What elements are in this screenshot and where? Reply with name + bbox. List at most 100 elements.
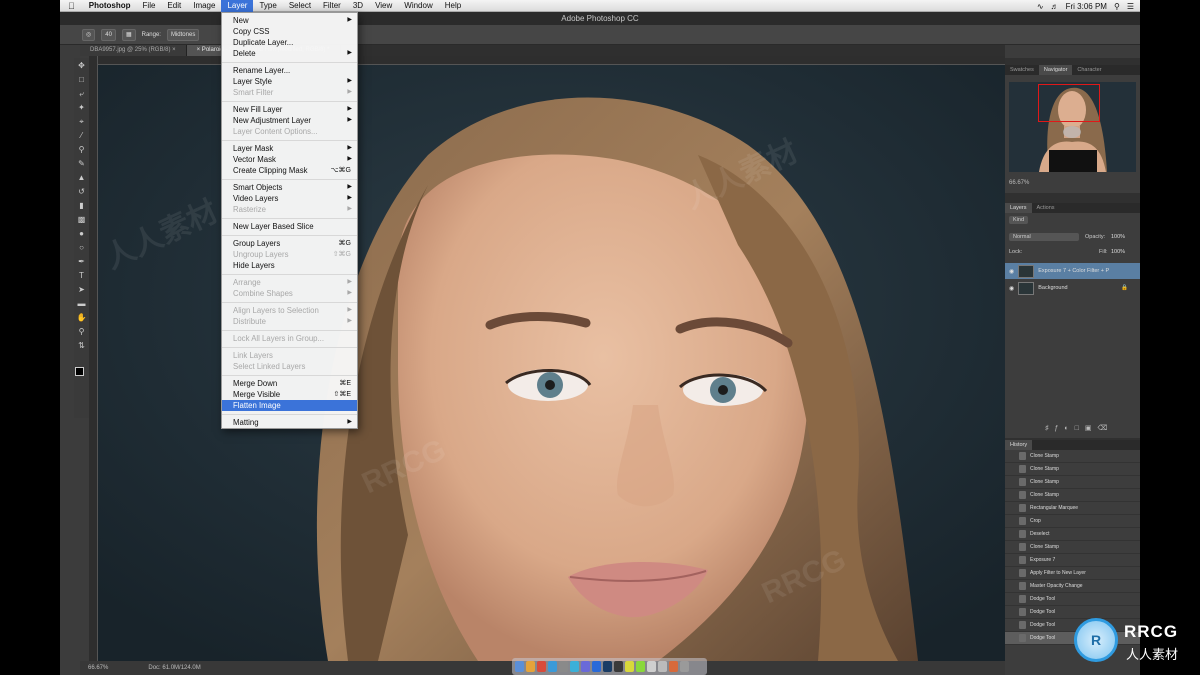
menu-item-flatten-image[interactable]: Flatten Image (222, 400, 357, 411)
history-state[interactable]: Clone Stamp (1005, 463, 1140, 476)
menu-view[interactable]: View (369, 0, 398, 12)
menu-item-matting[interactable]: Matting ▶ (222, 417, 357, 428)
tab-character[interactable]: Character (1072, 65, 1106, 75)
clone-stamp-tool-icon[interactable]: ▲ (77, 172, 87, 183)
history-state[interactable]: Clone Stamp (1005, 541, 1140, 554)
menu-item-create-clipping-mask[interactable]: Create Clipping Mask ⌥⌘G (222, 165, 357, 176)
wifi-icon[interactable]: ∿ (1037, 2, 1044, 11)
safari-icon[interactable] (548, 661, 557, 672)
menu-item-delete[interactable]: Delete ▶ (222, 48, 357, 59)
menu-item-layer-style[interactable]: Layer Style ▶ (222, 76, 357, 87)
menu-type[interactable]: Type (253, 0, 282, 12)
zoom-tool-icon[interactable]: ⚲ (77, 326, 87, 337)
layer-row[interactable]: ◉ Exposure 7 + Color Filter + P (1005, 263, 1140, 279)
menu-item-new-fill-layer[interactable]: New Fill Layer ▶ (222, 104, 357, 115)
tab-layers[interactable]: Layers (1005, 203, 1032, 213)
menu-item-group-layers[interactable]: Group Layers ⌘G (222, 238, 357, 249)
menu-item-rename-layer[interactable]: Rename Layer... (222, 65, 357, 76)
range-select[interactable]: Midtones (166, 28, 200, 41)
history-state[interactable]: Apply Filter to New Layer (1005, 567, 1140, 580)
trash-icon[interactable] (680, 661, 689, 672)
menu-image[interactable]: Image (187, 0, 221, 12)
chrome-icon[interactable] (537, 661, 546, 672)
brush-tool-icon[interactable]: ✎ (77, 158, 87, 169)
layer-kind-filter[interactable]: Kind (1009, 216, 1029, 224)
app-icon[interactable] (592, 661, 601, 672)
lasso-tool-icon[interactable]: ⤶ (77, 88, 87, 99)
clock[interactable]: Fri 3:06 PM (1066, 2, 1107, 11)
terminal-icon[interactable] (614, 661, 623, 672)
menu-item-new-adjustment-layer[interactable]: New Adjustment Layer ▶ (222, 115, 357, 126)
spotlight-search-icon[interactable]: ⚲ (1114, 2, 1120, 11)
swap-colors-icon[interactable]: ⇅ (77, 340, 87, 351)
crop-tool-icon[interactable]: ⌖ (77, 116, 87, 127)
app-icon[interactable] (647, 661, 656, 672)
menu-item-merge-visible[interactable]: Merge Visible ⇧⌘E (222, 389, 357, 400)
type-tool-icon[interactable]: T (77, 270, 87, 281)
move-tool-icon[interactable]: ✥ (77, 60, 87, 71)
menu-item-smart-objects[interactable]: Smart Objects ▶ (222, 182, 357, 193)
notification-center-icon[interactable]: ☰ (1127, 2, 1134, 11)
menu-item-new-layer-based-slice[interactable]: New Layer Based Slice (222, 221, 357, 232)
menu-item-hide-layers[interactable]: Hide Layers (222, 260, 357, 271)
app-icon[interactable] (625, 661, 634, 672)
history-state[interactable]: Clone Stamp (1005, 450, 1140, 463)
menu-item-copy-css[interactable]: Copy CSS (222, 26, 357, 37)
history-brush-tool-icon[interactable]: ↺ (77, 186, 87, 197)
mail-icon[interactable] (570, 661, 579, 672)
history-state[interactable]: Clone Stamp (1005, 476, 1140, 489)
pen-tool-icon[interactable]: ✒ (77, 256, 87, 267)
app-menu[interactable]: Photoshop (83, 0, 137, 12)
blend-mode-select[interactable]: Normal (1009, 233, 1079, 241)
visibility-eye-icon[interactable]: ◉ (1009, 268, 1014, 275)
app-icon[interactable] (669, 661, 678, 672)
brush-panel-toggle-icon[interactable]: ▦ (121, 28, 136, 41)
menu-window[interactable]: Window (398, 0, 438, 12)
apple-menu-icon[interactable]:  (60, 0, 83, 12)
menu-item-layer-mask[interactable]: Layer Mask ▶ (222, 143, 357, 154)
menu-help[interactable]: Help (439, 0, 467, 12)
visibility-eye-icon[interactable]: ◉ (1009, 285, 1014, 292)
history-state[interactable]: Crop (1005, 515, 1140, 528)
shape-tool-icon[interactable]: ▬ (77, 298, 87, 309)
history-state[interactable]: Clone Stamp (1005, 489, 1140, 502)
layer-row[interactable]: ◉ Background 🔒 (1005, 280, 1140, 296)
tool-preset-picker[interactable]: ◎ (82, 28, 96, 41)
dodge-tool-icon[interactable]: ○ (77, 242, 87, 253)
menu-3d[interactable]: 3D (347, 0, 369, 12)
layer-actions-bar[interactable]: ♯ƒ◐□▣⌫ (1045, 424, 1113, 432)
history-state[interactable]: Dodge Tool (1005, 593, 1140, 606)
menu-item-new[interactable]: New ▶ (222, 15, 357, 26)
path-select-tool-icon[interactable]: ➤ (77, 284, 87, 295)
marquee-tool-icon[interactable]: □ (77, 74, 87, 85)
history-state[interactable]: Exposure 7 (1005, 554, 1140, 567)
eyedropper-tool-icon[interactable]: ⁄ (77, 130, 87, 141)
history-title[interactable]: History (1005, 440, 1033, 450)
tab-navigator[interactable]: Navigator (1038, 65, 1073, 75)
menu-item-vector-mask[interactable]: Vector Mask ▶ (222, 154, 357, 165)
vertical-ruler[interactable] (89, 56, 98, 661)
tab-actions[interactable]: Actions (1032, 203, 1060, 213)
quick-select-tool-icon[interactable]: ✦ (77, 102, 87, 113)
app-icon[interactable] (559, 661, 568, 672)
menu-layer[interactable]: Layer (221, 0, 254, 12)
tab-swatches[interactable]: Swatches (1005, 65, 1039, 75)
history-state[interactable]: Master Opacity Change (1005, 580, 1140, 593)
finder-icon[interactable] (515, 661, 524, 672)
menu-edit[interactable]: Edit (161, 0, 187, 12)
app-icon[interactable] (581, 661, 590, 672)
doc-tab[interactable]: DBA9957.jpg @ 25% (RGB/8) × (80, 45, 187, 56)
eraser-tool-icon[interactable]: ▮ (77, 200, 87, 211)
volume-icon[interactable]: ♬ (1051, 2, 1059, 11)
menu-item-video-layers[interactable]: Video Layers ▶ (222, 193, 357, 204)
healing-brush-tool-icon[interactable]: ⚲ (77, 144, 87, 155)
hand-tool-icon[interactable]: ✋ (77, 312, 87, 323)
app-icon[interactable] (636, 661, 645, 672)
history-state[interactable]: Deselect (1005, 528, 1140, 541)
launchpad-icon[interactable] (526, 661, 535, 672)
navigator-view-box[interactable] (1038, 84, 1100, 122)
blur-tool-icon[interactable]: ● (77, 228, 87, 239)
opacity-value[interactable]: 100% (1111, 234, 1125, 240)
navigator-thumbnail[interactable] (1009, 82, 1136, 172)
foreground-color-swatch[interactable] (75, 367, 84, 376)
